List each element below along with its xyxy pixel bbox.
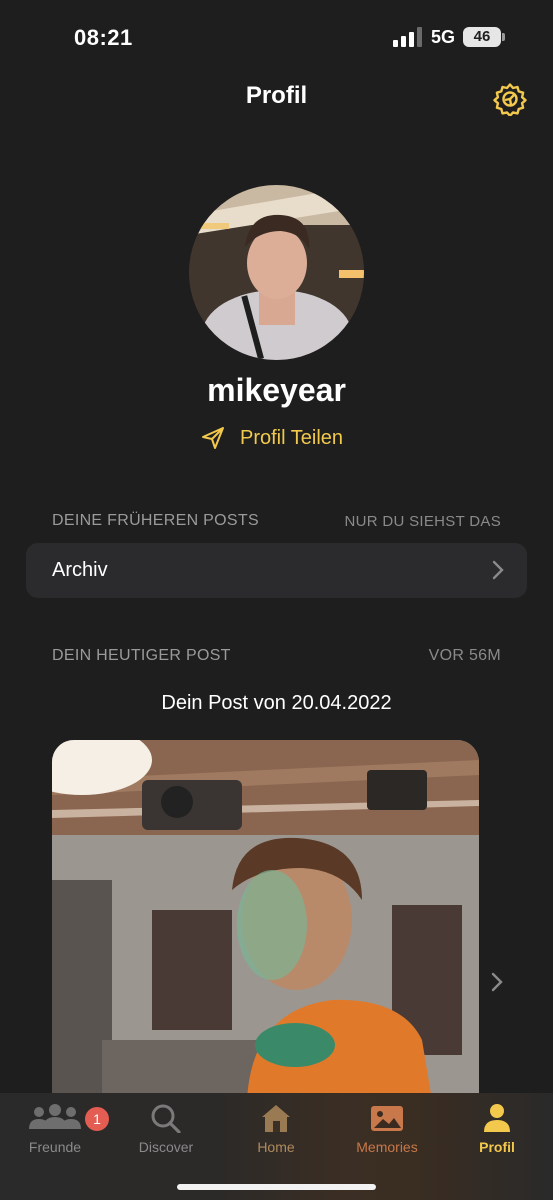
share-profile-button[interactable]: Profil Teilen [200,425,343,451]
username: mikeyear [207,372,346,408]
friends-badge: 1 [85,1107,109,1131]
archive-label: Archiv [52,559,108,581]
tab-friends[interactable]: Freunde 1 [5,1103,109,1163]
post-caption: Dein Post von 20.04.2022 [161,692,392,714]
tab-discover[interactable]: Discover [116,1103,216,1163]
home-indicator [177,1184,376,1190]
page-title: Profil [245,82,308,109]
status-time: 08:21 [74,25,133,50]
tab-profile[interactable]: Profil [447,1103,547,1163]
tab-home-label: Home [257,1139,295,1155]
friends-icon [29,1104,81,1129]
chevron-right-icon [492,560,504,580]
settings-gear-icon[interactable] [493,82,527,116]
home-icon [262,1105,290,1132]
tab-memories-label: Memories [356,1139,418,1155]
past-posts-label: DEINE FRÜHEREN POSTS [52,512,259,529]
battery-level: 46 [463,27,501,47]
network-type: 5G [431,27,456,47]
status-bar: 08:21 5G 46 [0,0,553,70]
tab-home[interactable]: Home [226,1103,326,1163]
memories-icon [371,1106,403,1131]
tab-profile-label: Profil [479,1139,515,1155]
tab-discover-label: Discover [138,1139,194,1155]
search-icon [151,1104,181,1133]
share-profile-label: Profil Teilen [240,426,344,449]
today-post-label: DEIN HEUTIGER POST [52,647,231,664]
profile-icon [484,1104,510,1132]
tab-memories[interactable]: Memories [337,1103,437,1163]
send-icon [202,427,224,449]
tab-friends-label: Freunde [28,1139,82,1155]
avatar[interactable] [189,185,364,360]
today-post-time: VOR 56M [428,647,501,664]
post-image[interactable] [52,740,479,1100]
next-post-chevron-icon[interactable] [490,970,504,994]
signal-icon [393,27,422,47]
archive-row[interactable]: Archiv [26,543,527,598]
battery-icon: 46 [463,27,505,47]
past-posts-note: NUR DU SIEHST DAS [344,513,501,530]
